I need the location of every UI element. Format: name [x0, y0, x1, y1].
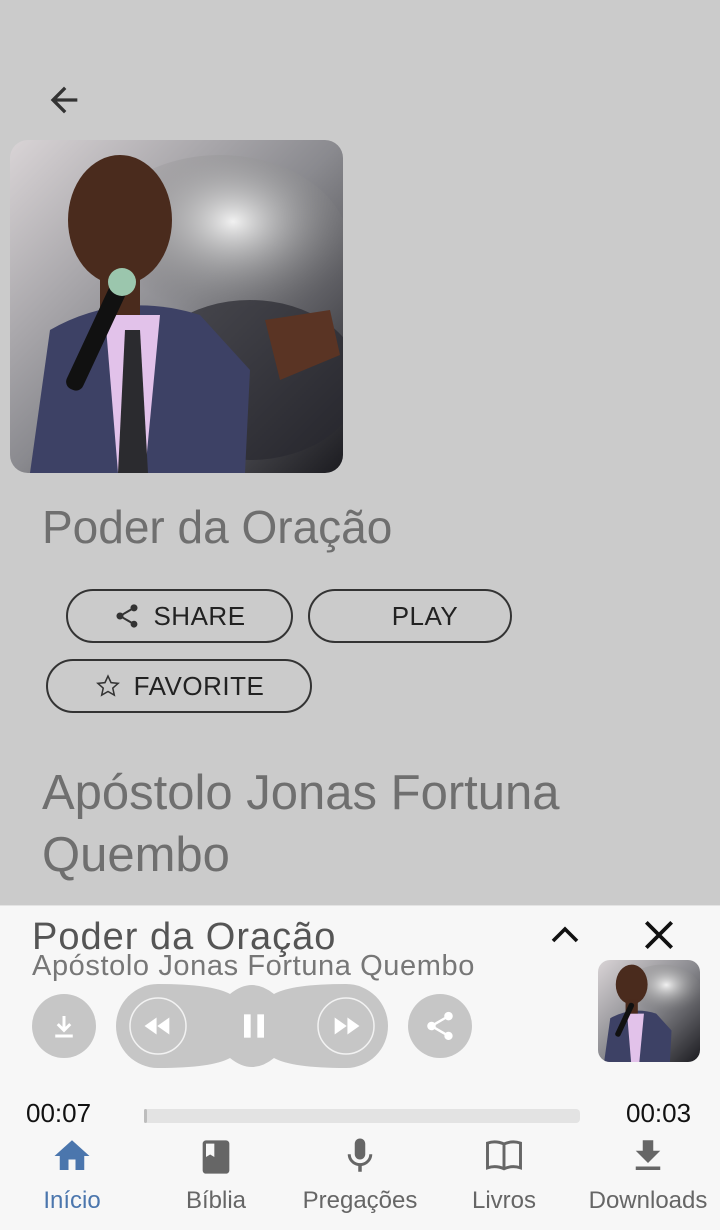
home-icon	[54, 1140, 90, 1170]
share-icon	[116, 604, 138, 628]
pause-icon	[244, 1014, 264, 1038]
back-button[interactable]	[36, 72, 92, 128]
seek-bar[interactable]	[144, 1109, 580, 1123]
download-icon	[55, 1016, 73, 1038]
player-share-button[interactable]	[408, 994, 472, 1058]
star-outline-icon	[95, 674, 120, 697]
share-button[interactable]: SHARE	[66, 589, 293, 643]
player-thumbnail	[598, 960, 700, 1062]
play-label: PLAY	[391, 600, 459, 631]
nav-label: Downloads	[588, 1187, 708, 1214]
microphone-icon	[347, 1138, 373, 1172]
nav-item-inicio[interactable]: Início	[22, 1125, 122, 1230]
podcast-cover-image	[10, 140, 343, 473]
open-book-icon	[486, 1140, 522, 1171]
expand-player-button[interactable]	[542, 912, 588, 958]
pause-button[interactable]	[224, 996, 284, 1056]
share-label: SHARE	[153, 600, 246, 631]
bottom-navigation: Início Bíblia Pregações Livros Downloads	[0, 1125, 720, 1230]
favorite-label: FAVORITE	[133, 670, 265, 701]
seek-progress	[144, 1109, 147, 1123]
player-download-button[interactable]	[32, 994, 96, 1058]
close-player-button[interactable]	[636, 912, 682, 958]
podcast-artist: Apóstolo Jonas Fortuna Quembo	[42, 766, 560, 882]
arrow-left-icon	[50, 86, 78, 114]
download-icon	[635, 1140, 661, 1170]
fast-forward-icon	[334, 1017, 360, 1035]
nav-label: Pregações	[302, 1187, 418, 1214]
fast-forward-button[interactable]	[318, 998, 374, 1054]
rewind-icon	[144, 1017, 170, 1035]
podcast-title: Poder da Oração	[42, 501, 393, 553]
book-icon	[202, 1140, 230, 1174]
chevron-up-icon	[551, 926, 579, 943]
nav-label: Início	[43, 1187, 101, 1214]
nav-label: Livros	[471, 1187, 537, 1214]
player-artist: Apóstolo Jonas Fortuna Quembo	[32, 950, 475, 982]
nav-item-downloads[interactable]: Downloads	[584, 1125, 712, 1230]
close-icon	[644, 920, 674, 950]
nav-item-livros[interactable]: Livros	[454, 1125, 554, 1230]
nav-item-biblia[interactable]: Bíblia	[166, 1125, 266, 1230]
play-button[interactable]: PLAY	[308, 589, 512, 643]
nav-item-pregacoes[interactable]: Pregações	[295, 1125, 425, 1230]
nav-label: Bíblia	[185, 1187, 247, 1214]
rewind-button[interactable]	[130, 998, 186, 1054]
favorite-button[interactable]: FAVORITE	[46, 659, 312, 713]
mini-player: Poder da Oração Apóstolo Jonas Fortuna Q…	[0, 905, 720, 1128]
share-icon	[427, 1011, 453, 1041]
